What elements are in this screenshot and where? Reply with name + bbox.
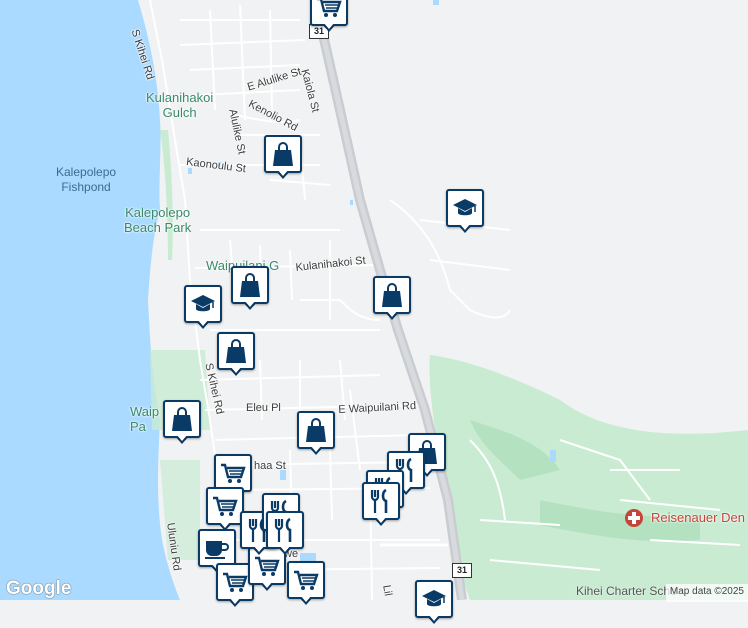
shopping-bag-marker[interactable]	[231, 266, 269, 314]
coast-park-strip	[160, 130, 173, 260]
south-park	[160, 460, 200, 560]
place-label-kalepolepo-beach-park: Kalepolepo Beach Park	[124, 205, 192, 235]
shopping-bag-icon	[239, 272, 261, 298]
map-attribution[interactable]: Map data ©2025	[665, 584, 748, 602]
place-label-kulanihakoi-gulch: Kulanihakoi Gulch	[146, 90, 214, 120]
route-shield-31: 31	[452, 563, 472, 578]
cart-icon	[293, 569, 319, 591]
road-label-lil: Lil	[380, 584, 394, 597]
shopping-bag-icon	[381, 282, 403, 308]
cart-icon	[212, 495, 238, 517]
poi-label-kihei-charter[interactable]: Kihei Charter Scho	[576, 584, 677, 598]
medical-poi-icon[interactable]	[625, 509, 643, 527]
school-marker[interactable]	[415, 580, 453, 628]
restaurant-icon	[369, 488, 393, 514]
shopping-bag-marker[interactable]	[163, 400, 201, 448]
cart-marker[interactable]	[287, 561, 325, 609]
google-logo[interactable]: Google	[6, 578, 71, 600]
restaurant-marker[interactable]	[362, 482, 400, 530]
shopping-bag-icon	[225, 338, 247, 364]
cart-marker[interactable]	[310, 0, 348, 36]
shopping-bag-marker[interactable]	[297, 411, 335, 459]
coffee-icon	[204, 537, 230, 559]
school-marker[interactable]	[184, 285, 222, 333]
school-marker[interactable]	[446, 189, 484, 237]
restaurant-icon	[273, 517, 297, 543]
water-label-kalepolepo-fishpond: Kalepolepo Fishpond	[56, 165, 117, 194]
shopping-bag-marker[interactable]	[264, 135, 302, 183]
shopping-bag-icon	[305, 417, 327, 443]
cart-icon	[222, 571, 248, 593]
shopping-bag-marker[interactable]	[217, 332, 255, 380]
restaurant-marker[interactable]	[266, 511, 304, 559]
shopping-bag-marker[interactable]	[373, 276, 411, 324]
golf-course	[429, 355, 748, 600]
cart-marker[interactable]	[206, 487, 244, 535]
road-label-haa-st: haa St	[254, 460, 286, 472]
school-icon	[190, 293, 216, 315]
poi-label-reisenauer[interactable]: Reisenauer Den	[651, 510, 745, 525]
road-label-eleu-pl: Eleu Pl	[246, 402, 281, 414]
shopping-bag-icon	[272, 141, 294, 167]
cart-icon	[316, 0, 342, 18]
school-icon	[452, 197, 478, 219]
shopping-bag-icon	[171, 406, 193, 432]
school-icon	[421, 588, 447, 610]
cart-icon	[220, 462, 246, 484]
place-label-waipuilani-park: Waip Pa	[130, 404, 160, 434]
